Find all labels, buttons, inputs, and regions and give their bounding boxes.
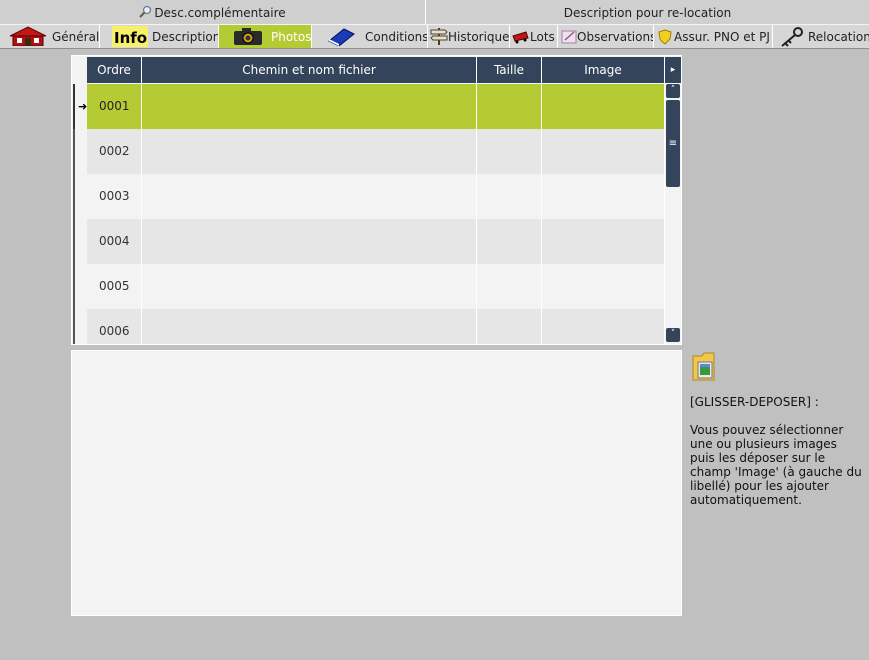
tab-description[interactable]: Info Description bbox=[100, 25, 219, 48]
photos-table: Ordre Chemin et nom fichier Taille Image… bbox=[71, 55, 682, 345]
magnifier-icon bbox=[139, 1, 152, 27]
cell-ordre[interactable]: 0006 bbox=[87, 309, 142, 344]
tab-label: Relocation bbox=[808, 30, 869, 44]
cell-taille[interactable] bbox=[477, 84, 542, 129]
tab-photos[interactable]: Photos bbox=[219, 25, 312, 48]
cell-chemin[interactable] bbox=[142, 129, 477, 174]
row-selector[interactable] bbox=[73, 174, 87, 219]
drag-drop-help: [GLISSER-DEPOSER] : Vous pouvez sélectio… bbox=[690, 350, 865, 507]
scroll-up-button[interactable]: ˄ bbox=[666, 84, 680, 98]
tab-assur-pno-pj[interactable]: Assur. PNO et PJ bbox=[654, 25, 773, 48]
cell-chemin[interactable] bbox=[142, 84, 477, 129]
main-tab-bar: Général Info Description Photos Conditio… bbox=[0, 24, 869, 49]
help-text: Vous pouvez sélectionner une ou plusieur… bbox=[690, 423, 862, 507]
cell-image[interactable] bbox=[542, 219, 665, 264]
cell-taille[interactable] bbox=[477, 174, 542, 219]
cell-taille[interactable] bbox=[477, 264, 542, 309]
table-row[interactable]: 0005 bbox=[72, 264, 665, 309]
note-icon bbox=[560, 26, 578, 48]
column-header-taille[interactable]: Taille bbox=[477, 57, 542, 83]
tab-historique[interactable]: Historique bbox=[428, 25, 510, 48]
cell-chemin[interactable] bbox=[142, 219, 477, 264]
column-header-ordre[interactable]: Ordre bbox=[87, 57, 142, 83]
tab-general[interactable]: Général bbox=[0, 25, 100, 48]
book-icon bbox=[326, 26, 356, 48]
table-row[interactable]: 0002 bbox=[72, 129, 665, 174]
cart-icon bbox=[512, 26, 530, 48]
cell-image[interactable] bbox=[542, 84, 665, 129]
column-header-image[interactable]: Image bbox=[542, 57, 665, 83]
tab-observations[interactable]: Observations bbox=[558, 25, 654, 48]
cell-ordre[interactable]: 0003 bbox=[87, 174, 142, 219]
header-corner bbox=[73, 57, 88, 83]
signpost-icon bbox=[430, 26, 448, 48]
column-header-chemin[interactable]: Chemin et nom fichier bbox=[142, 57, 477, 83]
tab-lots[interactable]: Lots bbox=[510, 25, 558, 48]
subtab-label: Description pour re-location bbox=[563, 6, 732, 20]
cell-image[interactable] bbox=[542, 264, 665, 309]
subtab-desc-complementaire[interactable]: Desc.complémentaire bbox=[0, 0, 426, 24]
cell-image[interactable] bbox=[542, 309, 665, 344]
table-row[interactable]: 0004 bbox=[72, 219, 665, 264]
cell-ordre[interactable]: 0001 bbox=[87, 84, 142, 129]
scroll-right-button[interactable]: ▸ bbox=[665, 57, 681, 83]
shield-icon bbox=[657, 26, 673, 48]
table-row[interactable]: 0006 bbox=[72, 309, 665, 344]
row-selector[interactable] bbox=[73, 264, 87, 309]
cell-image[interactable] bbox=[542, 129, 665, 174]
keys-icon bbox=[776, 26, 806, 48]
info-icon: Info bbox=[112, 26, 148, 48]
tab-conditions[interactable]: Conditions bbox=[312, 25, 428, 48]
tab-label: Photos bbox=[271, 30, 312, 44]
tab-label: Description bbox=[152, 30, 219, 44]
tab-relocation[interactable]: Relocation bbox=[773, 25, 869, 48]
cell-image[interactable] bbox=[542, 174, 665, 219]
cell-chemin[interactable] bbox=[142, 309, 477, 344]
subtab-label: Desc.complémentaire bbox=[154, 6, 286, 20]
tab-label: Assur. PNO et PJ bbox=[674, 30, 770, 44]
cell-taille[interactable] bbox=[477, 309, 542, 344]
table-row[interactable]: ➜ 0001 bbox=[72, 84, 665, 129]
cell-ordre[interactable]: 0004 bbox=[87, 219, 142, 264]
cell-taille[interactable] bbox=[477, 219, 542, 264]
help-title: [GLISSER-DEPOSER] : bbox=[690, 395, 819, 409]
svg-text:Info: Info bbox=[114, 29, 147, 47]
tab-label: Conditions bbox=[365, 30, 428, 44]
vertical-scrollbar[interactable]: ˄ ≡ ˅ bbox=[665, 84, 681, 344]
folder-image-icon bbox=[690, 350, 865, 385]
cell-taille[interactable] bbox=[477, 129, 542, 174]
cell-ordre[interactable]: 0005 bbox=[87, 264, 142, 309]
tab-label: Historique bbox=[448, 30, 510, 44]
tab-label: Observations bbox=[577, 30, 654, 44]
row-selector[interactable] bbox=[73, 309, 87, 344]
subtab-description-relocation[interactable]: Description pour re-location bbox=[426, 0, 869, 24]
row-selector[interactable]: ➜ bbox=[73, 84, 87, 129]
scroll-down-button[interactable]: ˅ bbox=[666, 328, 680, 342]
current-row-arrow-icon: ➜ bbox=[78, 100, 88, 113]
cell-ordre[interactable]: 0002 bbox=[87, 129, 142, 174]
sub-tab-bar: Desc.complémentaire Description pour re-… bbox=[0, 0, 869, 24]
scroll-thumb[interactable]: ≡ bbox=[666, 100, 680, 187]
image-preview-panel bbox=[71, 350, 682, 616]
house-icon bbox=[8, 26, 48, 48]
tab-label: Lots bbox=[530, 30, 555, 44]
table-row[interactable]: 0003 bbox=[72, 174, 665, 219]
camera-icon bbox=[233, 26, 263, 48]
tab-label: Général bbox=[52, 30, 100, 44]
row-selector[interactable] bbox=[73, 129, 87, 174]
cell-chemin[interactable] bbox=[142, 264, 477, 309]
row-selector[interactable] bbox=[73, 219, 87, 264]
cell-chemin[interactable] bbox=[142, 174, 477, 219]
